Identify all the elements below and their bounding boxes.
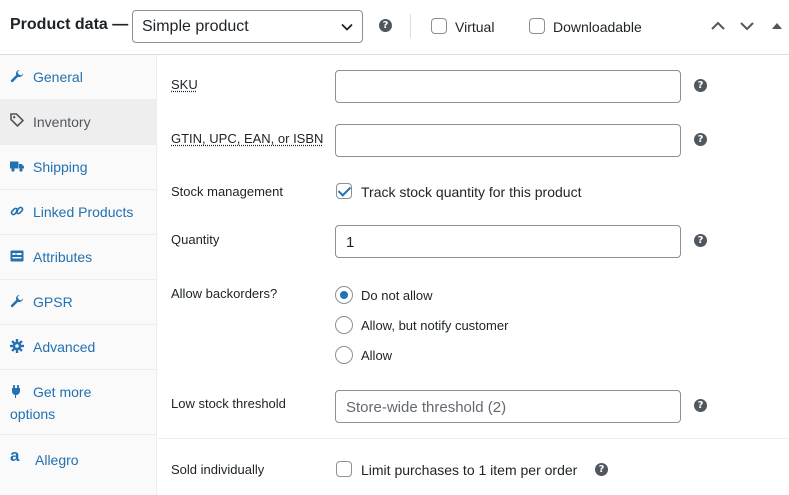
low-stock-label: Low stock threshold — [171, 396, 286, 411]
section-divider — [158, 438, 789, 439]
track-stock-checkbox[interactable] — [336, 183, 352, 199]
backorder-yes-radio[interactable] — [335, 346, 353, 364]
move-down-icon[interactable] — [738, 17, 756, 35]
help-icon[interactable]: ? — [595, 463, 608, 476]
tab-label: Inventory — [33, 114, 91, 130]
tab-label: Attributes — [33, 249, 93, 265]
tab-label: GPSR — [33, 294, 73, 310]
product-data-title: Product data — — [10, 16, 129, 33]
help-icon[interactable]: ? — [694, 234, 707, 247]
sold-individually-label: Sold individually — [171, 462, 265, 477]
tab-label: Shipping — [33, 159, 88, 175]
tab-allegro[interactable]: a Allegro — [0, 435, 157, 480]
low-stock-placeholder: Store-wide threshold (2) — [346, 399, 507, 416]
gtin-label: GTIN, UPC, EAN, or ISBN — [171, 131, 324, 146]
backorders-label: Allow backorders? — [171, 286, 278, 301]
downloadable-label: Downloadable — [553, 19, 642, 35]
header-divider — [410, 14, 411, 38]
backorder-option-label: Allow, but notify customer — [361, 318, 509, 333]
product-data-tabs: General Inventory Shipping Linked Produc… — [0, 55, 157, 495]
product-data-header: Product data — Simple product ? Virtual … — [0, 0, 789, 55]
tab-get-more-options[interactable]: Get more options — [0, 370, 157, 435]
tab-attributes[interactable]: Attributes — [0, 235, 157, 280]
tab-general[interactable]: General — [0, 55, 157, 100]
help-icon[interactable]: ? — [694, 79, 707, 92]
sku-label: SKU — [171, 77, 198, 92]
tab-label-line2: options — [10, 406, 56, 422]
plugin-icon — [11, 385, 20, 398]
virtual-label: Virtual — [455, 19, 495, 35]
tab-label: Allegro — [35, 452, 79, 468]
backorder-option-label: Do not allow — [361, 288, 433, 303]
chevron-down-icon — [341, 23, 353, 31]
inventory-panel: SKU ? GTIN, UPC, EAN, or ISBN ? Stock ma… — [158, 55, 789, 495]
low-stock-input[interactable]: Store-wide threshold (2) — [335, 390, 681, 423]
sku-input[interactable] — [335, 70, 681, 103]
tab-label: Linked Products — [33, 204, 134, 220]
tab-inventory[interactable]: Inventory — [0, 100, 157, 145]
tab-label: General — [33, 69, 83, 85]
backorder-no-radio[interactable] — [335, 286, 353, 304]
stock-management-label: Stock management — [171, 184, 284, 199]
link-icon — [10, 206, 24, 216]
quantity-input[interactable]: 1 — [335, 225, 681, 258]
backorder-option-label: Allow — [361, 348, 393, 363]
product-type-select[interactable]: Simple product — [132, 10, 363, 43]
tab-advanced[interactable]: Advanced — [0, 325, 157, 370]
allegro-a-icon: a — [10, 446, 20, 465]
tab-label: Advanced — [33, 339, 96, 355]
sold-individually-option-label: Limit purchases to 1 item per order — [361, 462, 578, 478]
list-card-icon — [10, 250, 24, 262]
virtual-checkbox[interactable] — [431, 18, 447, 34]
gtin-input[interactable] — [335, 124, 681, 157]
collapse-toggle-icon[interactable] — [768, 17, 786, 35]
gear-icon — [10, 339, 24, 353]
tab-label-line1: Get more — [33, 384, 92, 400]
help-icon[interactable]: ? — [694, 133, 707, 146]
truck-icon — [10, 161, 24, 172]
quantity-value: 1 — [346, 234, 355, 251]
wrench-icon — [10, 70, 23, 83]
wrench-icon — [10, 295, 23, 308]
tab-shipping[interactable]: Shipping — [0, 145, 157, 190]
tab-linked-products[interactable]: Linked Products — [0, 190, 157, 235]
help-icon[interactable]: ? — [694, 399, 707, 412]
backorder-notify-radio[interactable] — [335, 316, 353, 334]
sold-individually-checkbox[interactable] — [336, 461, 352, 477]
tag-icon — [10, 113, 24, 127]
help-icon[interactable]: ? — [379, 19, 392, 32]
move-up-icon[interactable] — [709, 17, 727, 35]
product-type-selected: Simple product — [142, 18, 249, 35]
tab-gpsr[interactable]: GPSR — [0, 280, 157, 325]
downloadable-checkbox[interactable] — [529, 18, 545, 34]
quantity-label: Quantity — [171, 232, 220, 247]
track-stock-label: Track stock quantity for this product — [361, 184, 582, 200]
